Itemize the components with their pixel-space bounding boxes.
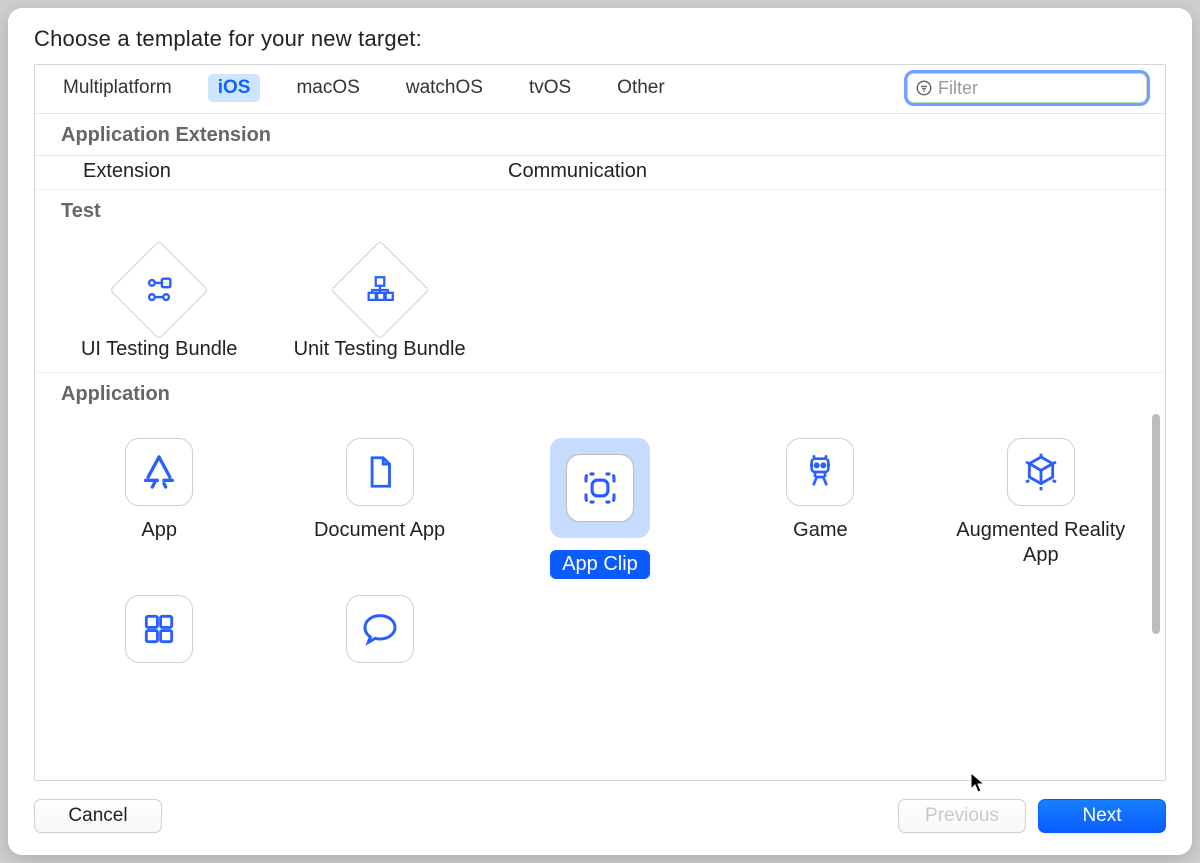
template-game[interactable]: Game — [714, 432, 926, 579]
next-button[interactable]: Next — [1038, 799, 1166, 833]
template-sticker-pack[interactable] — [53, 589, 265, 663]
template-document-app[interactable]: Document App — [273, 432, 485, 579]
template-app-clip[interactable]: App Clip — [494, 432, 706, 579]
template-label: UI Testing Bundle — [81, 337, 237, 362]
robot-icon — [786, 438, 854, 506]
filter-input[interactable] — [907, 73, 1147, 103]
tab-tvos[interactable]: tvOS — [519, 74, 581, 102]
template-label: App — [141, 518, 177, 543]
unit-test-icon — [330, 241, 429, 340]
cancel-button[interactable]: Cancel — [34, 799, 162, 833]
template-label: Unit Testing Bundle — [294, 337, 466, 362]
template-label: Document App — [314, 518, 445, 543]
section-item-communication[interactable]: Communication — [508, 160, 933, 183]
template-ar-app[interactable]: Augmented Reality App — [935, 432, 1147, 579]
ar-cube-icon — [1007, 438, 1075, 506]
section-item-extension[interactable]: Extension — [83, 160, 508, 183]
selection-highlight — [550, 438, 650, 538]
templates-frame: Multiplatform iOS macOS watchOS tvOS Oth… — [34, 64, 1166, 781]
template-imessage[interactable] — [273, 589, 485, 663]
platform-tabbar: Multiplatform iOS macOS watchOS tvOS Oth… — [35, 65, 1165, 114]
app-store-icon — [125, 438, 193, 506]
filter-icon — [915, 79, 933, 97]
section-app-extension: Application Extension — [35, 114, 1165, 156]
document-icon — [346, 438, 414, 506]
footer: Cancel Previous Next — [34, 781, 1166, 833]
mouse-cursor-icon — [970, 772, 986, 794]
template-chooser-sheet: Choose a template for your new target: M… — [8, 8, 1192, 855]
four-squares-icon — [125, 595, 193, 663]
template-label: App Clip — [550, 550, 650, 579]
ui-test-icon — [110, 241, 209, 340]
previous-button: Previous — [898, 799, 1026, 833]
templates-scroll[interactable]: Application Extension Extension Communic… — [35, 114, 1165, 780]
tab-ios[interactable]: iOS — [208, 74, 261, 102]
template-app[interactable]: App — [53, 432, 265, 579]
template-label: Game — [793, 518, 847, 543]
template-unit-testing-bundle[interactable]: Unit Testing Bundle — [273, 249, 485, 362]
speech-bubble-icon — [346, 595, 414, 663]
tab-macos[interactable]: macOS — [286, 74, 369, 102]
template-label: Augmented Reality App — [951, 518, 1131, 568]
tab-other[interactable]: Other — [607, 74, 675, 102]
section-test: Test — [35, 190, 1165, 231]
scrollbar[interactable] — [1152, 414, 1162, 734]
sheet-title: Choose a template for your new target: — [34, 26, 1166, 52]
app-clip-icon — [566, 454, 634, 522]
tab-multiplatform[interactable]: Multiplatform — [53, 74, 182, 102]
app-extension-row: Extension Communication — [35, 156, 1165, 190]
template-ui-testing-bundle[interactable]: UI Testing Bundle — [53, 249, 265, 362]
scrollbar-thumb[interactable] — [1152, 414, 1160, 634]
tab-watchos[interactable]: watchOS — [396, 74, 493, 102]
section-application: Application — [35, 373, 1165, 414]
